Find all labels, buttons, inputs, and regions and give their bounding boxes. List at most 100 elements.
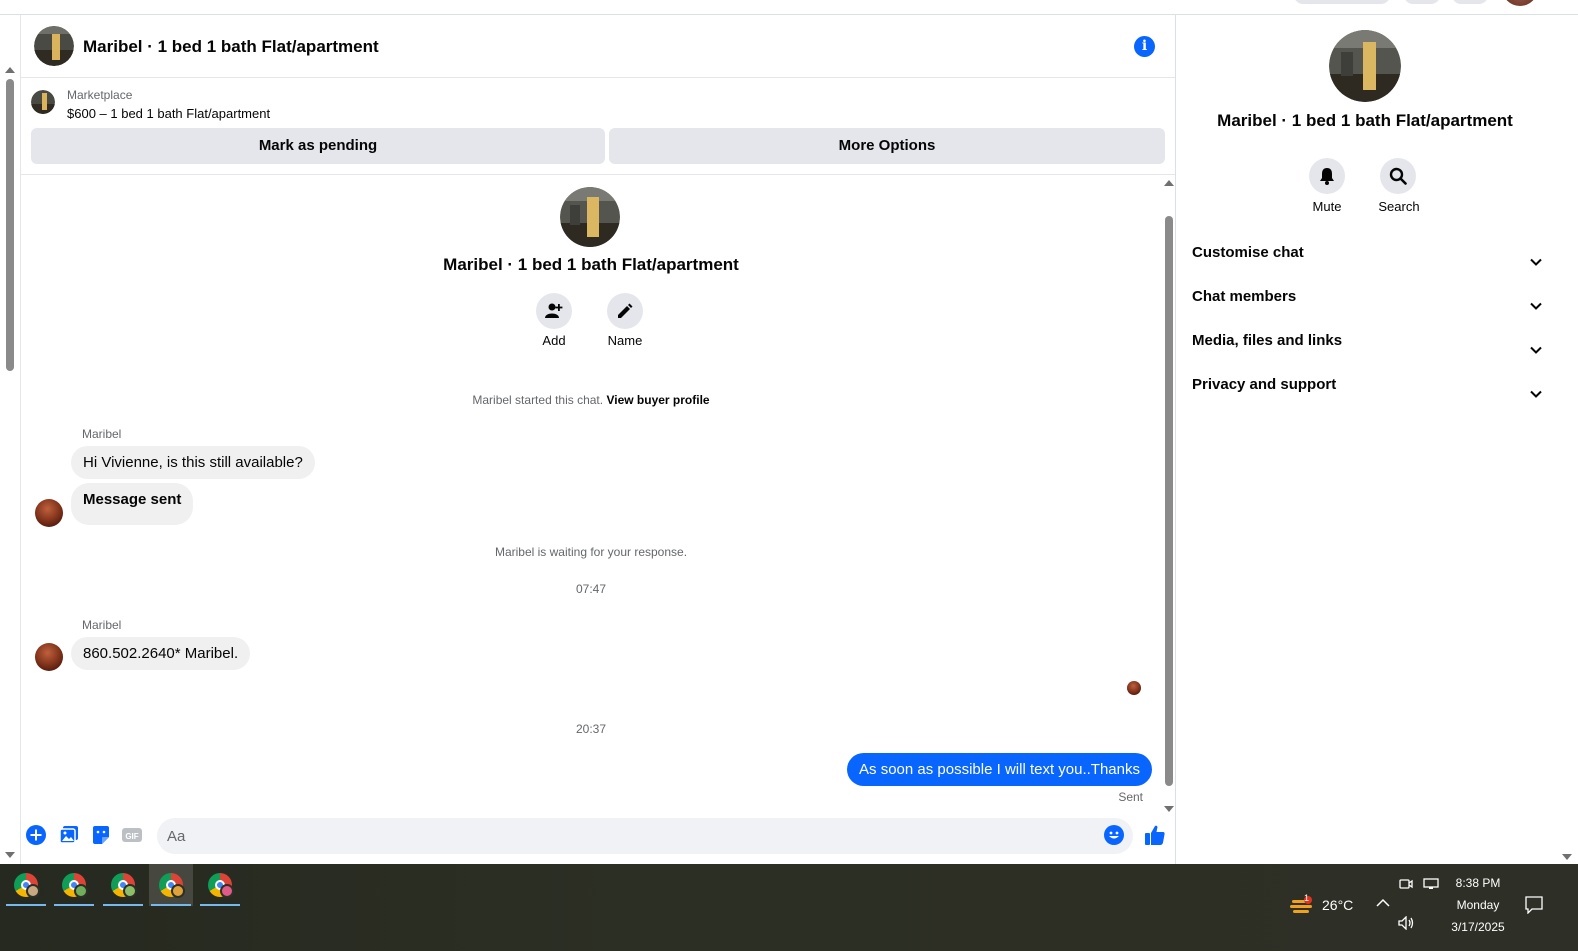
temperature[interactable]: 26°C	[1322, 897, 1353, 913]
side-scrollbar[interactable]	[1557, 15, 1578, 864]
taskbar-chrome-app[interactable]	[198, 864, 242, 906]
sender-avatar[interactable]	[35, 499, 63, 527]
chevron-down-icon	[1530, 390, 1542, 398]
scroll-down-arrow-icon[interactable]	[1164, 806, 1174, 812]
add-label: Add	[542, 333, 566, 348]
photo-icon[interactable]	[59, 825, 79, 845]
section-label: Privacy and support	[1192, 376, 1337, 393]
weather-icon[interactable]	[1290, 896, 1314, 914]
clock-date[interactable]: 3/17/2025	[1449, 920, 1507, 934]
top-nav-icon-button[interactable]	[1452, 0, 1488, 4]
incoming-message[interactable]: 860.502.2640* Maribel.	[71, 637, 251, 670]
conversation-title[interactable]: Maribel · 1 bed 1 bath Flat/apartment	[83, 37, 379, 57]
weather-alert-badge: 1	[1304, 893, 1310, 903]
privacy-support-section[interactable]: Privacy and support	[1192, 376, 1542, 412]
svg-text:GIF: GIF	[125, 832, 138, 841]
plus-circle-icon[interactable]	[26, 825, 46, 845]
sender-name: Maribel	[82, 427, 122, 441]
chat-avatar	[560, 187, 620, 247]
chevron-down-icon	[1530, 302, 1542, 310]
profile-badge-icon	[123, 884, 137, 898]
chat-info-panel: Maribel · 1 bed 1 bath Flat/apartment Mu…	[1177, 15, 1557, 864]
meet-now-icon[interactable]	[1399, 877, 1413, 891]
conversation-header: Maribel · 1 bed 1 bath Flat/apartment i	[21, 15, 1175, 78]
chat-info-title: Maribel · 1 bed 1 bath Flat/apartment	[1217, 111, 1513, 130]
listing-small-thumbnail[interactable]	[31, 90, 55, 114]
clock-day[interactable]: Monday	[1449, 898, 1507, 912]
media-files-links-section[interactable]: Media, files and links	[1192, 332, 1542, 368]
gif-icon[interactable]: GIF	[122, 825, 142, 845]
pencil-icon	[618, 303, 633, 318]
account-avatar[interactable]	[1502, 0, 1538, 6]
taskbar-chrome-app-active[interactable]	[149, 864, 193, 906]
scrollbar-thumb[interactable]	[6, 79, 14, 371]
search-label: Search	[1378, 199, 1420, 214]
listing-card: Marketplace $600 – 1 bed 1 bath Flat/apa…	[21, 79, 1175, 175]
search-icon	[1389, 167, 1407, 185]
emoji-icon[interactable]	[1104, 825, 1124, 845]
scroll-down-arrow-icon[interactable]	[1562, 854, 1572, 860]
profile-badge-icon	[74, 884, 88, 898]
chat-started-note: Maribel started this chat. View buyer pr…	[21, 393, 1161, 407]
chat-intro-title: Maribel · 1 bed 1 bath Flat/apartment	[443, 255, 739, 274]
mute-button[interactable]	[1309, 158, 1345, 194]
section-label: Media, files and links	[1192, 332, 1343, 349]
scroll-up-arrow-icon[interactable]	[1164, 180, 1174, 186]
page-scrollbar[interactable]	[0, 15, 20, 864]
waiting-note: Maribel is waiting for your response.	[494, 545, 688, 559]
name-label: Name	[607, 333, 643, 348]
chevron-down-icon	[1530, 258, 1542, 266]
top-nav-pill[interactable]	[1294, 0, 1390, 4]
search-button[interactable]	[1380, 158, 1416, 194]
volume-icon[interactable]	[1398, 916, 1416, 930]
more-options-button[interactable]: More Options	[609, 128, 1165, 164]
scroll-down-arrow-icon[interactable]	[5, 852, 15, 858]
profile-badge-icon	[26, 884, 40, 898]
scroll-up-arrow-icon[interactable]	[5, 67, 15, 73]
chat-started-text: Maribel started this chat.	[472, 393, 604, 407]
taskbar-indicator	[54, 904, 94, 906]
clock-time[interactable]: 8:38 PM	[1449, 876, 1507, 890]
taskbar-chrome-app[interactable]	[4, 864, 48, 906]
chat-info-avatar	[1329, 30, 1401, 102]
view-buyer-profile-link[interactable]: View buyer profile	[606, 393, 709, 407]
sticker-icon[interactable]	[91, 825, 111, 845]
profile-badge-icon	[171, 884, 185, 898]
timestamp: 07:47	[575, 582, 607, 596]
section-label: Customise chat	[1192, 244, 1304, 261]
listing-price[interactable]: $600 – 1 bed 1 bath Flat/apartment	[67, 106, 270, 121]
timestamp: 20:37	[575, 722, 607, 736]
chevron-up-icon[interactable]	[1376, 898, 1390, 908]
network-icon[interactable]	[1423, 877, 1439, 891]
section-label: Chat members	[1192, 288, 1297, 305]
add-people-button[interactable]	[536, 293, 572, 329]
messages-scrollbar[interactable]	[1161, 176, 1177, 812]
thumbs-up-icon[interactable]	[1144, 824, 1166, 846]
taskbar-chrome-app[interactable]	[52, 864, 96, 906]
mark-as-pending-button[interactable]: Mark as pending	[31, 128, 605, 164]
profile-badge-icon	[220, 884, 234, 898]
taskbar-indicator	[103, 904, 143, 906]
chat-members-section[interactable]: Chat members	[1192, 288, 1542, 324]
message-composer: GIF	[21, 815, 1177, 859]
customise-chat-section[interactable]: Customise chat	[1192, 244, 1542, 280]
outgoing-message[interactable]: As soon as possible I will text you..Tha…	[847, 753, 1152, 786]
bell-icon	[1320, 168, 1334, 185]
taskbar-indicator	[6, 904, 46, 906]
notifications-icon[interactable]	[1525, 896, 1543, 914]
sender-avatar[interactable]	[35, 643, 63, 671]
conversation-panel: Maribel · 1 bed 1 bath Flat/apartment i …	[20, 15, 1176, 864]
message-sent-bubble[interactable]: Message sent	[71, 483, 194, 525]
message-list: Maribel · 1 bed 1 bath Flat/apartment Ad…	[21, 176, 1161, 808]
scrollbar-thumb[interactable]	[1165, 216, 1173, 786]
add-person-icon	[545, 303, 563, 318]
taskbar-chrome-app[interactable]	[101, 864, 145, 906]
listing-thumbnail[interactable]	[34, 26, 74, 66]
incoming-message[interactable]: Hi Vivienne, is this still available?	[71, 446, 315, 479]
message-input[interactable]	[157, 818, 1133, 854]
edit-name-button[interactable]	[607, 293, 643, 329]
read-receipt-avatar	[1127, 681, 1141, 695]
sent-status: Sent	[1118, 790, 1143, 804]
top-nav-icon-button[interactable]	[1404, 0, 1440, 4]
info-icon[interactable]: i	[1134, 36, 1155, 57]
